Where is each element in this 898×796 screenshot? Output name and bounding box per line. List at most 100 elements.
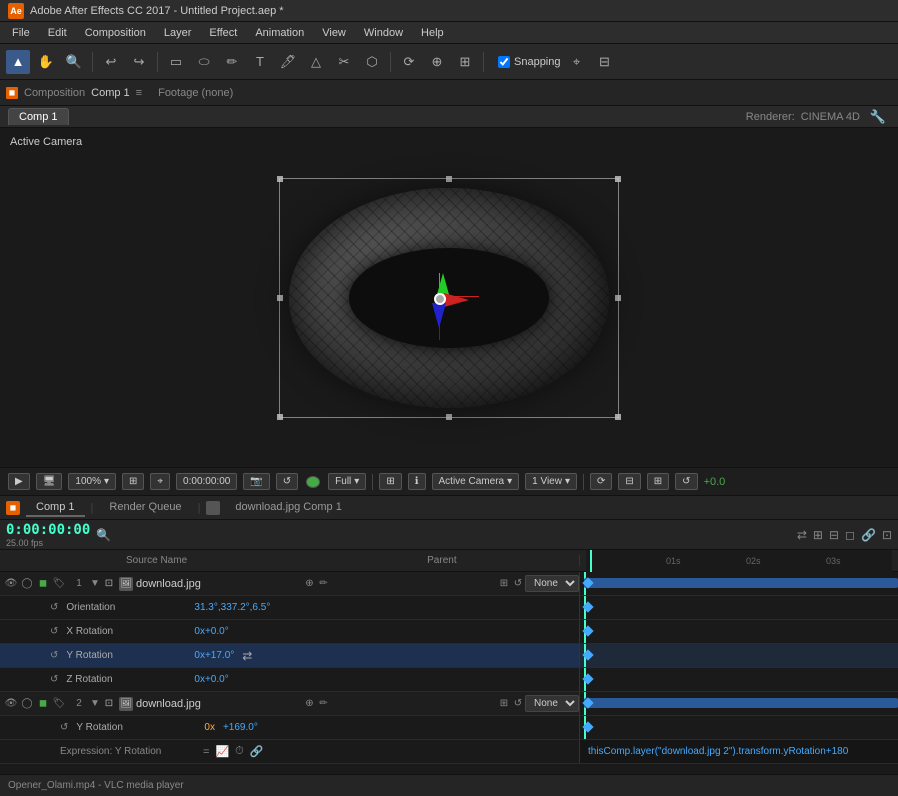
layer-1-switch1[interactable]: ⊞ (497, 577, 511, 591)
layer-1-tag[interactable]: 🏷 (52, 577, 66, 591)
vc-info-button[interactable]: ℹ (408, 473, 426, 490)
sel-handle-ml[interactable] (277, 295, 283, 301)
layer-1-parent-dropdown[interactable]: None (525, 575, 579, 592)
tool-3d-pan[interactable]: ⊕ (425, 50, 449, 74)
vc-export-button[interactable]: ⟳ (590, 473, 612, 490)
layer-2-label[interactable]: ◼ (36, 697, 50, 711)
comp-tab-active[interactable]: Comp 1 (8, 108, 69, 125)
layer-2-pen[interactable]: ✏ (317, 697, 331, 711)
expr-icon-eq[interactable]: = (203, 746, 209, 758)
tc-tool6[interactable]: ⊡ (882, 528, 892, 542)
tool-text[interactable]: T (248, 50, 272, 74)
orient-value[interactable]: 31.3°,337.2°,6.5° (194, 602, 270, 613)
tool-redo[interactable]: ↪ (127, 50, 151, 74)
transform-gizmo[interactable] (399, 258, 479, 338)
comp-name[interactable]: Comp 1 (91, 87, 130, 99)
tool-snap-grid[interactable]: ⊟ (593, 50, 617, 74)
layer-2-tag[interactable]: 🏷 (52, 697, 66, 711)
layer-2-yrot-row[interactable]: ↺ Y Rotation 0x+169.0° (0, 716, 898, 740)
menu-file[interactable]: File (4, 25, 38, 41)
layer-2-switch1[interactable]: ⊞ (497, 697, 511, 711)
tc-tool3[interactable]: ⊟ (829, 528, 839, 542)
layer-1-yrot-row[interactable]: ↺ Y Rotation 0x+17.0° ⇄ (0, 644, 898, 668)
sel-handle-bl[interactable] (277, 414, 283, 420)
vc-snap-button[interactable]: ⌖ (150, 473, 170, 490)
layer-1-zrot-row[interactable]: ↺ Z Rotation 0x+0.0° (0, 668, 898, 692)
vc-align-button[interactable]: ⊟ (618, 473, 640, 490)
timeline-tab-render[interactable]: Render Queue (99, 499, 191, 517)
timeline-tab-comp1[interactable]: Comp 1 (26, 499, 85, 517)
tool-3d-rotation[interactable]: ⟳ (397, 50, 421, 74)
yrot-value[interactable]: 0x+17.0° (194, 650, 234, 661)
l2-yrot-value-orange[interactable]: 0x (204, 722, 215, 733)
viewport-3d[interactable] (0, 128, 898, 467)
menu-animation[interactable]: Animation (247, 25, 312, 41)
tc-tool2[interactable]: ⊞ (813, 528, 823, 542)
layer-2-anchor[interactable]: ⊕ (303, 697, 317, 711)
menu-help[interactable]: Help (413, 25, 452, 41)
vc-camera-button[interactable]: 📷 (243, 473, 269, 490)
vc-bars-button[interactable]: ⊞ (647, 473, 669, 490)
sel-handle-tm[interactable] (446, 176, 452, 182)
layer-1-anchor[interactable]: ⊕ (303, 577, 317, 591)
comp-menu-icon[interactable]: ≡ (136, 87, 142, 99)
vc-camera-view-dropdown[interactable]: Active Camera ▾ (432, 473, 520, 490)
menu-window[interactable]: Window (356, 25, 411, 41)
sel-handle-tr[interactable] (615, 176, 621, 182)
menu-layer[interactable]: Layer (156, 25, 200, 41)
tool-rect[interactable]: ▭ (164, 50, 188, 74)
tool-ellipse[interactable]: ⬭ (192, 50, 216, 74)
layer-1-label[interactable]: ◼ (36, 577, 50, 591)
vc-view-count-dropdown[interactable]: 1 View ▾ (525, 473, 577, 490)
tool-snap-extra[interactable]: ⌖ (565, 50, 589, 74)
vc-reset-button[interactable]: ↺ (276, 473, 298, 490)
zrot-value[interactable]: 0x+0.0° (194, 674, 228, 685)
tool-3d-track[interactable]: ⊞ (453, 50, 477, 74)
layer-2-parent-dropdown[interactable]: None (525, 695, 579, 712)
layer-1-orientation-row[interactable]: ↺ Orientation 31.3°,337.2°,6.5° (0, 596, 898, 620)
layer-1-switch2[interactable]: ↺ (511, 577, 525, 591)
menu-view[interactable]: View (314, 25, 354, 41)
vc-grid-button[interactable]: ⊞ (379, 473, 401, 490)
renderer-settings-button[interactable]: 🔧 (866, 105, 890, 129)
layer-1-lock[interactable]: ◯ (20, 577, 34, 591)
sel-handle-mr[interactable] (615, 295, 621, 301)
tool-undo[interactable]: ↩ (99, 50, 123, 74)
xrot-value[interactable]: 0x+0.0° (194, 626, 228, 637)
layer-2-expand[interactable]: ▼ (88, 697, 102, 711)
layer-2-3d[interactable]: ⊡ (102, 697, 116, 711)
menu-edit[interactable]: Edit (40, 25, 75, 41)
sel-handle-bm[interactable] (446, 414, 452, 420)
tool-poly[interactable]: △ (304, 50, 328, 74)
layer-1-3d[interactable]: ⊡ (102, 577, 116, 591)
tc-tool4[interactable]: ◻ (845, 528, 855, 542)
timeline-tab-download[interactable]: download.jpg Comp 1 (225, 499, 351, 517)
vc-zoom-dropdown[interactable]: 100% ▾ (68, 473, 116, 490)
layer-2-lock[interactable]: ◯ (20, 697, 34, 711)
expr-icon-clock[interactable]: ⏱ (235, 745, 244, 758)
tc-tool5[interactable]: 🔗 (861, 528, 876, 542)
layer-2-switch2[interactable]: ↺ (511, 697, 525, 711)
tool-pen[interactable]: ✏ (220, 50, 244, 74)
expr-icon-chart[interactable]: 📈 (215, 745, 229, 758)
vc-time-display[interactable]: 0:00:00:00 (176, 473, 237, 490)
tool-brush[interactable]: 🖊 (276, 50, 300, 74)
tool-select[interactable]: ▲ (6, 50, 30, 74)
layer-2-eye[interactable]: 👁 (4, 697, 18, 711)
gizmo-center[interactable] (434, 293, 446, 305)
tool-roto[interactable]: ✂ (332, 50, 356, 74)
menu-effect[interactable]: Effect (201, 25, 245, 41)
menu-composition[interactable]: Composition (77, 25, 154, 41)
tc-tool1[interactable]: ⇄ (797, 528, 807, 542)
tool-puppet[interactable]: ⬡ (360, 50, 384, 74)
sel-handle-tl[interactable] (277, 176, 283, 182)
vc-fit-button[interactable]: ⊞ (122, 473, 144, 490)
vc-quality-dropdown[interactable]: Full ▾ (328, 473, 366, 490)
vc-play-button[interactable]: ▶ (8, 473, 30, 490)
layer-row-2[interactable]: 👁 ◯ ◼ 🏷 2 ▼ ⊡ 🖼 download.jpg ⊕ ✏ ⊞ ↺ Non… (0, 692, 898, 716)
layer-1-pen[interactable]: ✏ (317, 577, 331, 591)
vc-refresh-button[interactable]: ↺ (675, 473, 697, 490)
layer-1-eye[interactable]: 👁 (4, 577, 18, 591)
layer-row-1[interactable]: 👁 ◯ ◼ 🏷 1 ▼ ⊡ 🖼 download.jpg ⊕ ✏ ⊞ ↺ Non… (0, 572, 898, 596)
vc-monitor-button[interactable]: 🖥 (36, 473, 63, 490)
